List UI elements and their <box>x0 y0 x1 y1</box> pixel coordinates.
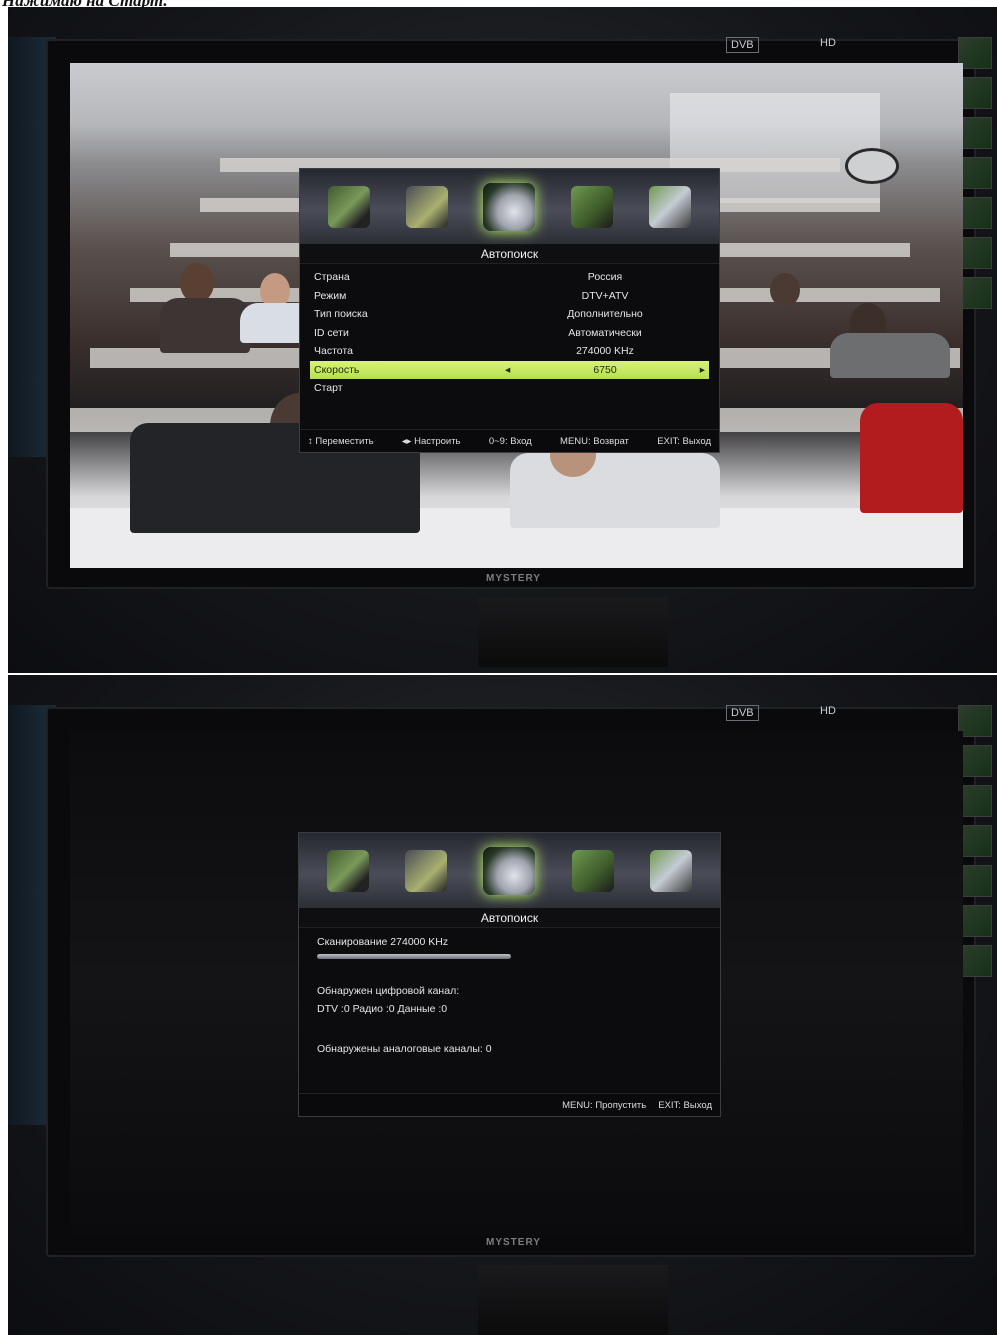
digital-found-text: Обнаружен цифровой канал: <box>317 985 460 997</box>
side-tile <box>958 705 992 737</box>
channel-logo-icon <box>845 148 899 184</box>
osd-autosearch-menu: Автопоиск Страна Россия Режим DTV+ATV Ти… <box>299 168 720 453</box>
tv-stand <box>478 597 668 667</box>
row-value <box>505 379 705 398</box>
student <box>180 263 214 303</box>
student <box>860 403 963 513</box>
osd-footer: MENU: Пропустить EXIT: Выход <box>299 1093 720 1116</box>
gear-icon[interactable] <box>649 185 692 228</box>
sound-icon[interactable] <box>405 849 448 892</box>
right-side-tiles <box>958 705 994 1035</box>
side-tile <box>958 37 992 69</box>
side-tile <box>958 825 992 857</box>
picture-icon[interactable] <box>327 185 370 228</box>
brand-logo: MYSTERY <box>486 573 541 584</box>
side-tile <box>958 77 992 109</box>
hint-exit: EXIT: Выход <box>658 1099 712 1111</box>
hint-exit: EXIT: Выход <box>657 435 711 447</box>
osd-row-symbol-rate[interactable]: Скорость ◂ 6750 ▸ <box>310 360 709 380</box>
lock-icon[interactable] <box>571 849 614 892</box>
row-label: Тип поиска <box>314 308 368 320</box>
brand-logo: MYSTERY <box>486 1237 541 1248</box>
student <box>510 453 720 528</box>
side-tile <box>958 157 992 189</box>
osd-settings-list: Страна Россия Режим DTV+ATV Тип поиска Д… <box>300 264 719 398</box>
sound-icon[interactable] <box>405 185 448 228</box>
row-label: ID сети <box>314 326 349 339</box>
analog-found-text: Обнаружены аналоговые каналы: 0 <box>317 1043 492 1055</box>
row-label: Страна <box>314 271 350 283</box>
row-value: DTV+ATV <box>581 289 629 302</box>
dvb-badge: DVB <box>726 705 759 721</box>
hint-enter: 0~9: Вход <box>488 435 532 447</box>
right-side-tiles <box>958 37 994 367</box>
row-value: 274000 KHz <box>576 345 634 357</box>
row-value: Автоматически <box>568 326 642 339</box>
side-tile <box>958 745 992 777</box>
hint-skip: MENU: Пропустить <box>562 1099 647 1111</box>
gear-icon[interactable] <box>649 849 692 892</box>
osd-row-network-id[interactable]: ID сети Автоматически <box>300 324 719 343</box>
row-value: 6750 <box>593 363 617 376</box>
row-label: Частота <box>314 345 353 357</box>
side-tile <box>958 197 992 229</box>
side-tile <box>958 117 992 149</box>
picture-icon[interactable] <box>327 849 370 892</box>
osd-tab-bar <box>299 833 720 908</box>
satellite-dish-icon[interactable] <box>483 846 536 895</box>
side-tile <box>958 277 992 309</box>
hint-move: ↕ Переместить <box>308 435 374 447</box>
osd-row-mode[interactable]: Режим DTV+ATV <box>300 287 719 306</box>
hd-badge: HD <box>820 37 836 49</box>
row-value-stepper[interactable]: ◂ 6750 ▸ <box>505 361 705 380</box>
row-value: Россия <box>587 271 623 283</box>
tv-photo-scanning: DVB HD MYSTERY Автопоиск Сканирование 27… <box>8 675 997 1335</box>
osd-row-start[interactable]: Старт <box>300 379 719 398</box>
row-label: Режим <box>314 289 347 302</box>
tv-photo-settings: DVB HD MYSTERY Автопоиск Страна Россия Р… <box>8 7 997 673</box>
side-tile <box>958 237 992 269</box>
dvb-badge: DVB <box>726 37 759 53</box>
side-tile <box>958 785 992 817</box>
osd-footer: ↕ Переместить ◂▸ Настроить 0~9: Вход MEN… <box>300 429 719 452</box>
hd-badge: HD <box>820 705 836 717</box>
row-value: Дополнительно <box>567 308 643 320</box>
digital-counts-text: DTV :0 Радио :0 Данные :0 <box>317 1003 448 1015</box>
row-label: Скорость <box>314 363 360 376</box>
osd-title: Автопоиск <box>299 908 720 928</box>
student <box>160 298 250 353</box>
osd-tab-bar <box>300 169 719 244</box>
osd-scanning-menu: Автопоиск Сканирование 274000 KHz Обнару… <box>298 832 721 1117</box>
side-tile <box>958 905 992 937</box>
tv-stand <box>478 1265 668 1335</box>
osd-row-frequency[interactable]: Частота 274000 KHz <box>300 342 719 361</box>
student <box>830 333 950 378</box>
osd-row-country[interactable]: Страна Россия <box>300 268 719 287</box>
arrow-left-icon[interactable]: ◂ <box>505 361 510 380</box>
arrow-right-icon[interactable]: ▸ <box>700 361 705 380</box>
lock-icon[interactable] <box>571 185 614 228</box>
satellite-dish-icon[interactable] <box>483 182 536 231</box>
osd-title: Автопоиск <box>300 244 719 264</box>
row-label: Старт <box>314 382 343 394</box>
side-tile <box>958 865 992 897</box>
osd-row-search-type[interactable]: Тип поиска Дополнительно <box>300 305 719 324</box>
student <box>770 273 800 307</box>
hint-back: MENU: Возврат <box>560 435 629 447</box>
scan-frequency-text: Сканирование 274000 KHz <box>317 936 449 948</box>
hint-adjust: ◂▸ Настроить <box>401 435 461 447</box>
side-tile <box>958 945 992 977</box>
